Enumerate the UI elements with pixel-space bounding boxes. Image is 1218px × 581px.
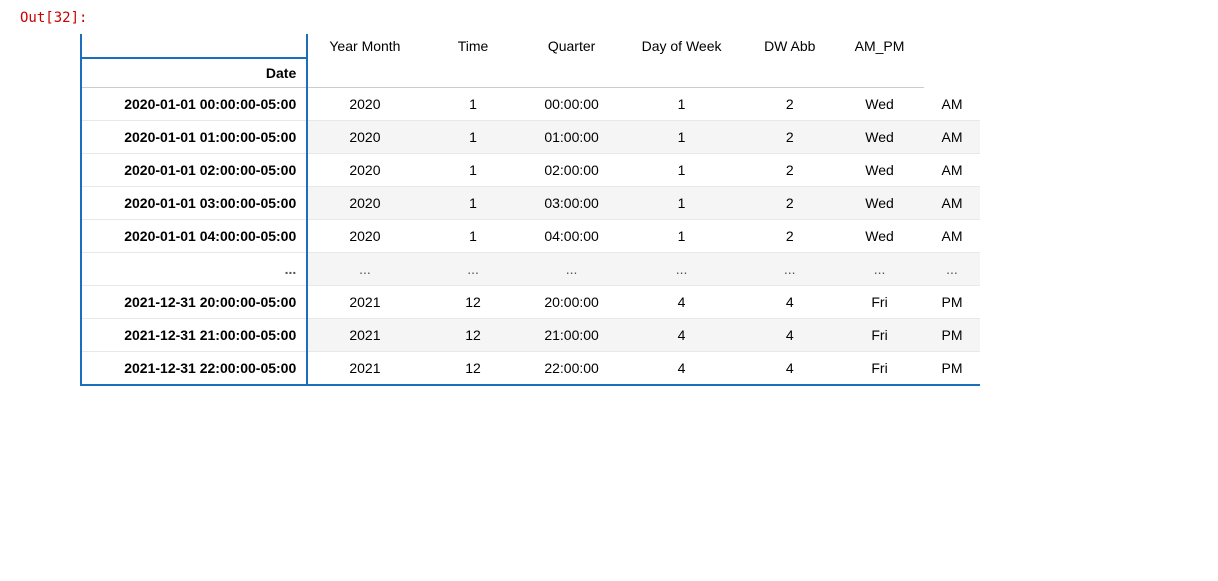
time-cell: ...	[524, 253, 618, 286]
column-header-row: Year Month Time Quarter Day of Week DW A…	[81, 34, 980, 58]
dataframe-table-container: Year Month Time Quarter Day of Week DW A…	[80, 34, 1198, 386]
date-cell: 2020-01-01 01:00:00-05:00	[81, 121, 307, 154]
am-pm-header: AM_PM	[835, 34, 924, 58]
table-row: 2020-01-01 02:00:00-05:002020102:00:0012…	[81, 154, 980, 187]
dwabb-cell: Wed	[835, 187, 924, 220]
table-body: 2020-01-01 00:00:00-05:002020100:00:0012…	[81, 88, 980, 386]
quarter-cell: 4	[619, 286, 745, 319]
quarter-cell: 1	[619, 154, 745, 187]
date-cell: ...	[81, 253, 307, 286]
dataframe-table: Year Month Time Quarter Day of Week DW A…	[80, 34, 980, 386]
table-row: 2020-01-01 00:00:00-05:002020100:00:0012…	[81, 88, 980, 121]
dow-cell: 4	[744, 352, 835, 386]
day-of-week-header: Day of Week	[619, 34, 745, 58]
data-cols-subheader	[307, 58, 924, 88]
date-cell: 2021-12-31 20:00:00-05:00	[81, 286, 307, 319]
year-cell: 2020	[307, 220, 421, 253]
month-cell: 1	[422, 154, 525, 187]
time-cell: 03:00:00	[524, 187, 618, 220]
month-cell: 12	[422, 352, 525, 386]
month-cell: 12	[422, 319, 525, 352]
ampm-cell: PM	[924, 286, 980, 319]
dwabb-cell: Wed	[835, 220, 924, 253]
dow-cell: 2	[744, 121, 835, 154]
time-cell: 01:00:00	[524, 121, 618, 154]
year-cell: 2020	[307, 121, 421, 154]
time-cell: 20:00:00	[524, 286, 618, 319]
time-header: Time	[422, 34, 525, 58]
year-cell: ...	[307, 253, 421, 286]
dow-cell: 2	[744, 154, 835, 187]
year-cell: 2021	[307, 286, 421, 319]
dow-cell: ...	[744, 253, 835, 286]
table-row: 2020-01-01 03:00:00-05:002020103:00:0012…	[81, 187, 980, 220]
month-cell: 1	[422, 121, 525, 154]
date-cell: 2021-12-31 22:00:00-05:00	[81, 352, 307, 386]
ampm-cell: AM	[924, 187, 980, 220]
date-cell: 2020-01-01 03:00:00-05:00	[81, 187, 307, 220]
quarter-cell: 4	[619, 352, 745, 386]
month-cell: 1	[422, 88, 525, 121]
month-cell: 12	[422, 286, 525, 319]
table-row: 2021-12-31 20:00:00-05:0020211220:00:004…	[81, 286, 980, 319]
ampm-cell: AM	[924, 220, 980, 253]
ampm-cell: ...	[924, 253, 980, 286]
dwabb-cell: Wed	[835, 154, 924, 187]
subheader-row: Date	[81, 58, 980, 88]
dow-cell: 2	[744, 88, 835, 121]
month-cell: ...	[422, 253, 525, 286]
ampm-cell: AM	[924, 154, 980, 187]
dow-cell: 4	[744, 286, 835, 319]
table-row: ........................	[81, 253, 980, 286]
ampm-cell: AM	[924, 88, 980, 121]
date-subheader: Date	[81, 58, 307, 88]
table-row: 2021-12-31 22:00:00-05:0020211222:00:004…	[81, 352, 980, 386]
quarter-cell: 1	[619, 220, 745, 253]
ampm-cell: PM	[924, 319, 980, 352]
output-label: Out[32]:	[20, 10, 1198, 26]
dow-cell: 2	[744, 187, 835, 220]
dwabb-cell: Fri	[835, 319, 924, 352]
dwabb-cell: Fri	[835, 352, 924, 386]
date-cell: 2021-12-31 21:00:00-05:00	[81, 319, 307, 352]
date-cell: 2020-01-01 00:00:00-05:00	[81, 88, 307, 121]
year-cell: 2021	[307, 319, 421, 352]
date-cell: 2020-01-01 02:00:00-05:00	[81, 154, 307, 187]
dwabb-cell: Fri	[835, 286, 924, 319]
time-cell: 22:00:00	[524, 352, 618, 386]
quarter-cell: 1	[619, 88, 745, 121]
quarter-cell: 4	[619, 319, 745, 352]
time-cell: 00:00:00	[524, 88, 618, 121]
dwabb-cell: Wed	[835, 88, 924, 121]
dow-cell: 2	[744, 220, 835, 253]
table-row: 2021-12-31 21:00:00-05:0020211221:00:004…	[81, 319, 980, 352]
dow-cell: 4	[744, 319, 835, 352]
month-cell: 1	[422, 187, 525, 220]
quarter-cell: 1	[619, 187, 745, 220]
date-col-spacer	[81, 34, 307, 58]
quarter-cell: ...	[619, 253, 745, 286]
dw-abb-header: DW Abb	[744, 34, 835, 58]
table-row: 2020-01-01 04:00:00-05:002020104:00:0012…	[81, 220, 980, 253]
time-cell: 02:00:00	[524, 154, 618, 187]
year-cell: 2021	[307, 352, 421, 386]
year-month-header: Year Month	[307, 34, 421, 58]
ampm-cell: PM	[924, 352, 980, 386]
year-cell: 2020	[307, 187, 421, 220]
table-row: 2020-01-01 01:00:00-05:002020101:00:0012…	[81, 121, 980, 154]
ampm-cell: AM	[924, 121, 980, 154]
month-cell: 1	[422, 220, 525, 253]
dwabb-cell: Wed	[835, 121, 924, 154]
year-cell: 2020	[307, 88, 421, 121]
time-cell: 21:00:00	[524, 319, 618, 352]
quarter-cell: 1	[619, 121, 745, 154]
year-cell: 2020	[307, 154, 421, 187]
time-cell: 04:00:00	[524, 220, 618, 253]
dwabb-cell: ...	[835, 253, 924, 286]
quarter-header: Quarter	[524, 34, 618, 58]
date-cell: 2020-01-01 04:00:00-05:00	[81, 220, 307, 253]
